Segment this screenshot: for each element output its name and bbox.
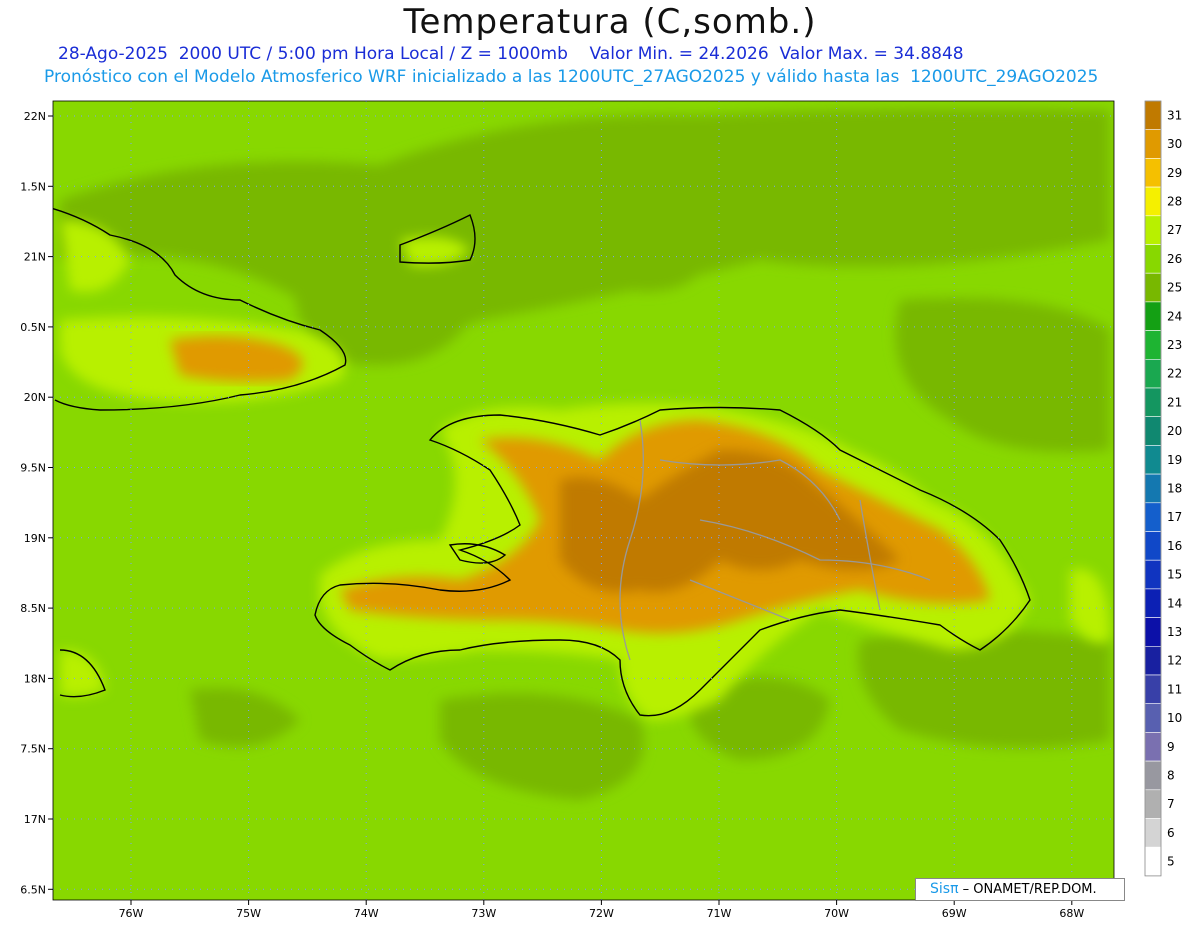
lat-tick-label: 17N [24,813,46,826]
lon-tick-label: 69W [942,907,967,920]
colorbar-swatch [1144,789,1162,819]
colorbar-swatch [1144,846,1162,877]
credit-text: – ONAMET/REP.DOM. [962,882,1097,897]
colorbar-label: 7 [1167,797,1175,811]
lon-tick-label: 73W [471,907,496,920]
colorbar-swatch [1144,531,1162,561]
colorbar-swatch [1144,215,1162,245]
colorbar-label: 21 [1167,395,1182,409]
colorbar-swatch [1144,732,1162,762]
lon-tick-label: 70W [824,907,849,920]
lat-tick-label: 1.5N [20,180,46,193]
colorbar-swatch [1144,645,1162,676]
colorbar-swatch [1144,617,1162,647]
colorbar-swatch [1144,588,1162,618]
colorbar-label: 20 [1167,424,1182,438]
colorbar-swatch [1144,301,1162,331]
lat-tick-label: 0.5N [20,321,46,334]
lat-tick-label: 18N [24,672,46,685]
lon-tick-label: 72W [589,907,614,920]
colorbar: 31 30 29 28 27 26 25 24 23 22 21 20 19 18 17 16 15 14 13 12… [1144,100,1182,877]
lat-tick-label: 20N [24,391,46,404]
colorbar-swatch [1144,760,1162,791]
colorbar-label: 28 [1167,194,1182,208]
colorbar-swatch [1144,100,1162,131]
sispi-logo: Sisπ [930,881,959,897]
lon-tick-label: 76W [119,907,144,920]
longitude-ticks: 76W 75W 74W 73W 72W 71W 70W 69W 68W [119,900,1084,920]
colorbar-label: 26 [1167,252,1182,266]
colorbar-label: 13 [1167,625,1182,639]
lat-tick-label: 7.5N [20,743,46,756]
colorbar-label: 18 [1167,481,1182,495]
colorbar-swatch [1144,244,1162,274]
colorbar-swatch [1144,129,1162,159]
colorbar-label: 8 [1167,768,1175,782]
colorbar-label: 31 [1167,108,1182,122]
colorbar-swatch [1144,703,1162,733]
colorbar-label: 30 [1167,137,1182,151]
lon-tick-label: 74W [354,907,379,920]
colorbar-swatch [1144,358,1162,389]
colorbar-label: 19 [1167,453,1182,467]
latitude-ticks: 22N 1.5N 21N 0.5N 20N 9.5N 19N 8.5N 18N 7.5N 17N 6.… [20,110,53,896]
colorbar-label: 10 [1167,711,1182,725]
lat-tick-label: 19N [24,532,46,545]
lon-tick-label: 71W [707,907,732,920]
colorbar-label: 29 [1167,166,1182,180]
colorbar-label: 23 [1167,338,1182,352]
lat-tick-label: 21N [24,251,46,264]
colorbar-swatch [1144,186,1162,217]
colorbar-swatch [1144,158,1162,188]
lat-tick-label: 22N [24,110,46,123]
colorbar-label: 12 [1167,654,1182,668]
credit-box: Sisπ – ONAMET/REP.DOM. [915,878,1125,901]
colorbar-label: 22 [1167,367,1182,381]
colorbar-label: 14 [1167,596,1182,610]
colorbar-label: 11 [1167,682,1182,696]
lon-tick-label: 68W [1059,907,1084,920]
colorbar-swatch [1144,473,1162,504]
colorbar-label: 5 [1167,855,1175,869]
colorbar-swatch [1144,416,1162,446]
colorbar-label: 16 [1167,539,1182,553]
colorbar-swatch [1144,674,1162,705]
colorbar-label: 9 [1167,740,1175,754]
colorbar-swatch [1144,502,1162,532]
colorbar-label: 17 [1167,510,1182,524]
lat-tick-label: 8.5N [20,602,46,615]
colorbar-label: 6 [1167,826,1175,840]
colorbar-swatch [1144,445,1162,475]
colorbar-swatch [1144,330,1162,360]
colorbar-swatch [1144,818,1162,848]
colorbar-swatch [1144,387,1162,418]
lon-tick-label: 75W [236,907,261,920]
colorbar-swatch [1144,559,1162,590]
colorbar-label: 27 [1167,223,1182,237]
colorbar-label: 24 [1167,309,1182,323]
lat-tick-label: 6.5N [20,883,46,896]
colorbar-label: 15 [1167,568,1182,582]
temperature-map: 22N 1.5N 21N 0.5N 20N 9.5N 19N 8.5N 18N 7.5N 17N 6.… [20,100,1182,920]
lat-tick-label: 9.5N [20,462,46,475]
colorbar-swatch [1144,272,1162,303]
colorbar-label: 25 [1167,281,1182,295]
